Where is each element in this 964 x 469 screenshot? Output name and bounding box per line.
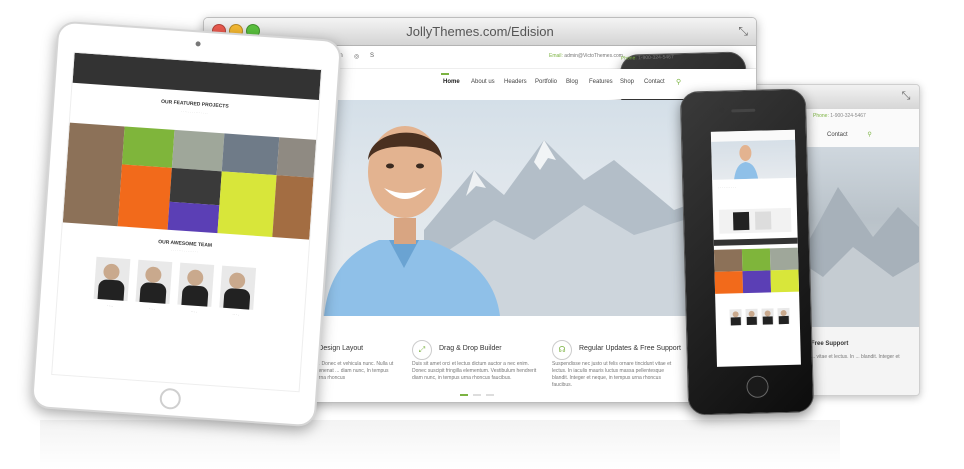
team-member[interactable] xyxy=(93,256,131,302)
slider-dot-3[interactable] xyxy=(486,394,494,396)
nav-item-portfolio[interactable]: Portfolio xyxy=(535,79,557,85)
project-tile[interactable] xyxy=(117,164,172,230)
project-tile[interactable] xyxy=(171,129,225,172)
nav-item-shop[interactable]: Shop xyxy=(620,79,634,85)
team-member[interactable] xyxy=(219,265,257,310)
phone-label: Phone: xyxy=(813,113,829,119)
project-tile[interactable] xyxy=(221,133,280,176)
tablet-camera xyxy=(195,41,201,47)
nav-item-headers[interactable]: Headers xyxy=(504,79,527,85)
drag-drop-icon: ⤢ xyxy=(412,340,432,360)
project-tile[interactable] xyxy=(276,137,317,178)
phone-project-tile[interactable] xyxy=(742,270,772,294)
tablet-header xyxy=(72,52,322,100)
tablet-device: OUR FEATURED PROJECTS · · · · · · · · · … xyxy=(30,20,343,428)
phone-device-image xyxy=(718,207,792,234)
skype-icon[interactable]: S xyxy=(370,53,374,59)
project-tile[interactable] xyxy=(167,201,220,234)
nav-item-features[interactable]: Features xyxy=(589,79,613,85)
slider-dot-1[interactable] xyxy=(460,394,468,396)
tablet-home-button[interactable] xyxy=(159,387,182,411)
team-member-caption: · · · · xyxy=(232,312,240,317)
project-tile[interactable] xyxy=(169,167,222,206)
expand-icon[interactable]: ⤡ xyxy=(738,24,748,39)
phone-camera xyxy=(719,107,725,113)
search-icon[interactable]: ⚲ xyxy=(867,132,871,138)
feature-3-title: Regular Updates & Free Support xyxy=(579,345,681,352)
phone-hero xyxy=(711,139,797,180)
phone-hero-image xyxy=(734,145,759,180)
nav-item-contact[interactable]: Contact xyxy=(827,132,848,138)
project-tile[interactable] xyxy=(217,171,277,238)
active-indicator xyxy=(441,73,449,75)
feature-1-title: -Design Layout xyxy=(316,345,364,352)
phone-speaker xyxy=(731,108,756,113)
feature-title: Free Support xyxy=(811,341,849,347)
phone-home-button[interactable] xyxy=(746,375,769,399)
phone-project-tile[interactable] xyxy=(741,248,771,272)
feature-1-text: ... Donec et vehicula nunc. Nulla ut ven… xyxy=(316,361,394,381)
project-tile[interactable] xyxy=(272,175,314,240)
phone-team-member[interactable] xyxy=(777,307,790,325)
nav-item-blog[interactable]: Blog xyxy=(566,79,578,85)
phone-team-member[interactable] xyxy=(761,308,774,325)
tablet-screen: OUR FEATURED PROJECTS · · · · · · · · · … xyxy=(51,51,323,393)
feature-3-text: Suspendisse nec justo ut felis ornare ti… xyxy=(552,361,672,388)
team-member[interactable] xyxy=(135,259,173,305)
team-member-caption: · · · · xyxy=(190,309,198,314)
phone-team-member[interactable] xyxy=(745,308,758,326)
phone-team-member[interactable] xyxy=(729,309,742,326)
phone-project-tile[interactable] xyxy=(714,271,744,294)
team-member-caption: · · · · xyxy=(106,303,114,309)
phone-feature-text: · · · · · · · · · · xyxy=(718,185,736,190)
search-icon[interactable]: ⚲ xyxy=(676,78,681,86)
phone-project-tile[interactable] xyxy=(770,269,800,293)
feature-2-text: Duis sit amet orci et lectus dictum auct… xyxy=(412,361,537,381)
feature-2-title: Drag & Drop Builder xyxy=(439,345,502,352)
phone-divider xyxy=(713,237,798,246)
expand-icon[interactable]: ⤡ xyxy=(899,89,913,103)
contact-email: Email: admin@VictoThemes.com xyxy=(549,53,623,59)
project-tile[interactable] xyxy=(62,122,125,227)
team-member[interactable] xyxy=(177,262,215,307)
team-member-caption: · · · · xyxy=(148,306,156,312)
nav-item-contact[interactable]: Contact xyxy=(644,79,665,85)
slider-dot-2[interactable] xyxy=(473,394,481,396)
floor-reflection xyxy=(40,420,840,469)
support-icon: ☊ xyxy=(552,340,572,360)
phone-value: 1-900-324-5467 xyxy=(830,113,866,119)
phone-project-tile[interactable] xyxy=(769,247,799,271)
nav-item-about[interactable]: About us xyxy=(471,79,495,85)
phone-screen: · · · · · · · · · · xyxy=(710,129,801,367)
feature-text: ... vitae et lectus. In ... blandit. Int… xyxy=(811,354,900,360)
phone-project-tile[interactable] xyxy=(713,249,743,272)
project-tile[interactable] xyxy=(122,126,175,168)
instagram-icon[interactable]: ◎ xyxy=(354,53,359,60)
nav-item-home[interactable]: Home xyxy=(443,79,460,85)
phone-device: · · · · · · · · · · xyxy=(679,88,815,416)
